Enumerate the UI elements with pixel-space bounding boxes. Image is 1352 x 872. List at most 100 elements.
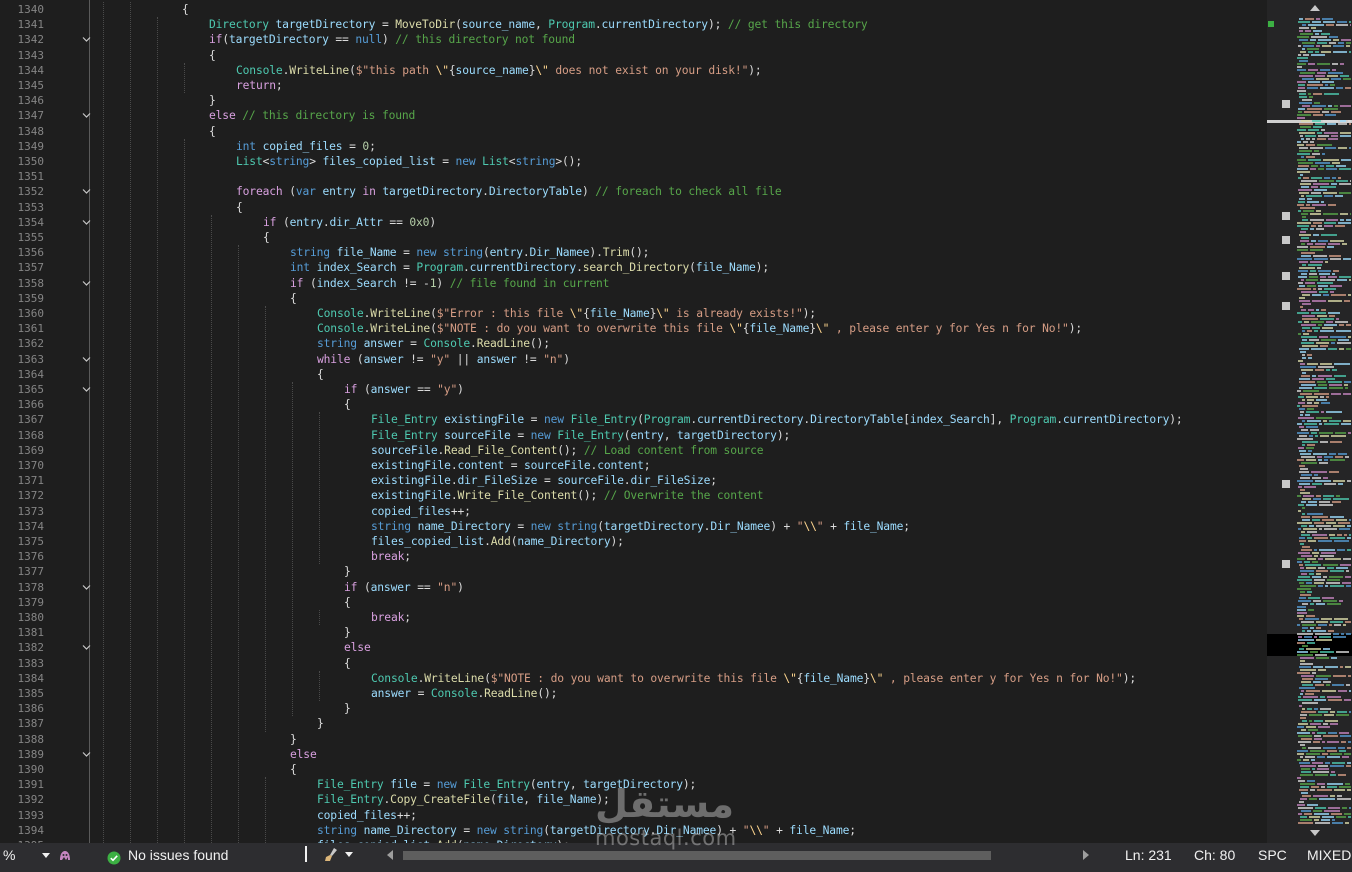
chevron-down-icon[interactable] [82, 111, 91, 119]
code-line[interactable]: 1393 copied_files++; [0, 808, 1267, 823]
minimap-scrollbar[interactable] [1267, 0, 1352, 843]
code-line[interactable]: 1374 string name_Directory = new string(t… [0, 519, 1267, 534]
chevron-down-icon[interactable] [82, 35, 91, 43]
code-line[interactable]: 1372 existingFile.Write_File_Content(); /… [0, 488, 1267, 503]
code-line[interactable]: 1342 if(targetDirectory == null) // this … [0, 32, 1267, 47]
minimap-code-line [1310, 270, 1316, 272]
horizontal-scroll-thumb[interactable] [403, 851, 991, 860]
code-line[interactable]: 1365 if (answer == "y") [0, 382, 1267, 397]
minimap-code-line [1308, 450, 1312, 452]
code-line[interactable]: 1364 { [0, 367, 1267, 382]
code-line[interactable]: 1391 File_Entry file = new File_Entry(ent… [0, 777, 1267, 792]
minimap-code-line [1318, 168, 1324, 170]
scroll-left-arrow-icon[interactable] [387, 850, 393, 860]
code-line[interactable]: 1392 File_Entry.Copy_CreateFile(file, fil… [0, 792, 1267, 807]
chevron-down-icon[interactable] [82, 187, 91, 195]
chevron-down-icon[interactable] [82, 385, 91, 393]
minimap-breakpoint-marker [1282, 560, 1290, 568]
code-line[interactable]: 1368 File_Entry sourceFile = new File_Ent… [0, 428, 1267, 443]
code-line[interactable]: 1369 sourceFile.Read_File_Content(); // L… [0, 443, 1267, 458]
minimap-code-line [1310, 168, 1316, 170]
copilot-icon[interactable] [57, 847, 73, 863]
cleanup-dropdown-icon[interactable] [345, 852, 353, 857]
chevron-down-icon[interactable] [82, 355, 91, 363]
minimap-code-line [1331, 294, 1346, 296]
code-line[interactable]: 1349 int copied_files = 0; [0, 139, 1267, 154]
code-line[interactable]: 1379 { [0, 595, 1267, 610]
scroll-up-arrow-icon[interactable] [1310, 5, 1320, 11]
code-line[interactable]: 1356 string file_Name = new string(entry.… [0, 245, 1267, 260]
code-line[interactable]: 1362 string answer = Console.ReadLine(); [0, 336, 1267, 351]
code-line[interactable]: 1376 break; [0, 549, 1267, 564]
zoom-dropdown-icon[interactable] [42, 853, 50, 858]
code-line[interactable]: 1367 File_Entry existingFile = new File_E… [0, 412, 1267, 427]
chevron-down-icon[interactable] [82, 643, 91, 651]
scroll-right-arrow-icon[interactable] [1083, 850, 1089, 860]
code-line[interactable]: 1366 { [0, 397, 1267, 412]
code-line[interactable]: 1347 else // this directory is found [0, 108, 1267, 123]
line-number-indicator[interactable]: Ln: 231 [1125, 843, 1172, 872]
code-text: { [344, 398, 351, 412]
code-line[interactable]: 1378 if (answer == "n") [0, 580, 1267, 595]
issues-status[interactable]: No issues found [128, 843, 228, 872]
code-line[interactable]: 1386} [0, 701, 1267, 716]
horizontal-scrollbar[interactable] [375, 848, 1089, 862]
code-line[interactable]: 1343 { [0, 48, 1267, 63]
line-endings-indicator[interactable]: MIXED [1307, 843, 1351, 872]
code-line[interactable]: 1389 else [0, 747, 1267, 762]
code-line[interactable]: 1394 string name_Directory = new string(t… [0, 823, 1267, 838]
code-line[interactable]: 1384 Console.WriteLine($"NOTE : do you wa… [0, 671, 1267, 686]
chevron-down-icon[interactable] [82, 279, 91, 287]
minimap-code-line [1346, 348, 1351, 350]
code-line[interactable]: 1357 int index_Search = Program.currentDi… [0, 260, 1267, 275]
code-line[interactable]: 1363 while (answer != "y" || answer != "n… [0, 352, 1267, 367]
code-line[interactable]: 1345 return; [0, 78, 1267, 93]
indentation-indicator[interactable]: SPC [1258, 843, 1287, 872]
code-line[interactable]: 1359 { [0, 291, 1267, 306]
code-line[interactable]: 1348 { [0, 124, 1267, 139]
minimap-code-line [1342, 582, 1351, 584]
chevron-down-icon[interactable] [82, 583, 91, 591]
code-line[interactable]: 1381} [0, 625, 1267, 640]
code-line[interactable]: 1340 { [0, 2, 1267, 17]
code-line[interactable]: 1383 { [0, 656, 1267, 671]
code-line[interactable]: 1350 List<string> files_copied_list = new… [0, 154, 1267, 169]
code-line[interactable]: 1373 copied_files++; [0, 504, 1267, 519]
minimap-code-line [1297, 612, 1307, 614]
code-line[interactable]: 1358 if (index_Search != -1) // file foun… [0, 276, 1267, 291]
chevron-down-icon[interactable] [82, 218, 91, 226]
code-line[interactable]: 1354 if (entry.dir_Attr == 0x0) [0, 215, 1267, 230]
code-line[interactable]: 1351 [0, 169, 1267, 184]
code-line[interactable]: 1370 existingFile.content = sourceFile.co… [0, 458, 1267, 473]
code-line[interactable]: 1385 answer = Console.ReadLine(); [0, 686, 1267, 701]
code-cleanup-brush-icon[interactable] [323, 846, 341, 862]
code-editor[interactable]: 1340 {1341 Directory targetDirectory = Mov… [0, 0, 1267, 843]
code-line[interactable]: 1388} [0, 732, 1267, 747]
code-line[interactable]: 1344 Console.WriteLine($"this path \"{sou… [0, 63, 1267, 78]
minimap-code-line [1324, 324, 1337, 326]
minimap-code-line [1322, 519, 1334, 521]
code-line[interactable]: 1377} [0, 564, 1267, 579]
code-line[interactable]: 1371 existingFile.dir_FileSize = sourceFi… [0, 473, 1267, 488]
column-indicator[interactable]: Ch: 80 [1194, 843, 1235, 872]
zoom-level[interactable]: % [3, 843, 15, 872]
code-line[interactable]: 1390 { [0, 762, 1267, 777]
code-line[interactable]: 1346} [0, 93, 1267, 108]
code-line[interactable]: 1382 else [0, 640, 1267, 655]
code-line[interactable]: 1360 Console.WriteLine($"Error : this fil… [0, 306, 1267, 321]
minimap-code-line [1323, 564, 1338, 566]
chevron-down-icon[interactable] [82, 750, 91, 758]
code-line[interactable]: 1352 foreach (var entry in targetDirector… [0, 184, 1267, 199]
code-line[interactable]: 1353 { [0, 200, 1267, 215]
minimap-code-line [1311, 54, 1325, 56]
scroll-down-arrow-icon[interactable] [1310, 830, 1320, 836]
minimap-code-line [1301, 729, 1306, 731]
code-line[interactable]: 1375 files_copied_list.Add(name_Directory… [0, 534, 1267, 549]
code-line[interactable]: 1341 Directory targetDirectory = MoveToDi… [0, 17, 1267, 32]
code-line[interactable]: 1380 break; [0, 610, 1267, 625]
minimap-code-line [1300, 414, 1303, 416]
minimap-code-line [1302, 78, 1314, 80]
code-line[interactable]: 1387} [0, 716, 1267, 731]
code-line[interactable]: 1355 { [0, 230, 1267, 245]
code-line[interactable]: 1361 Console.WriteLine($"NOTE : do you wa… [0, 321, 1267, 336]
